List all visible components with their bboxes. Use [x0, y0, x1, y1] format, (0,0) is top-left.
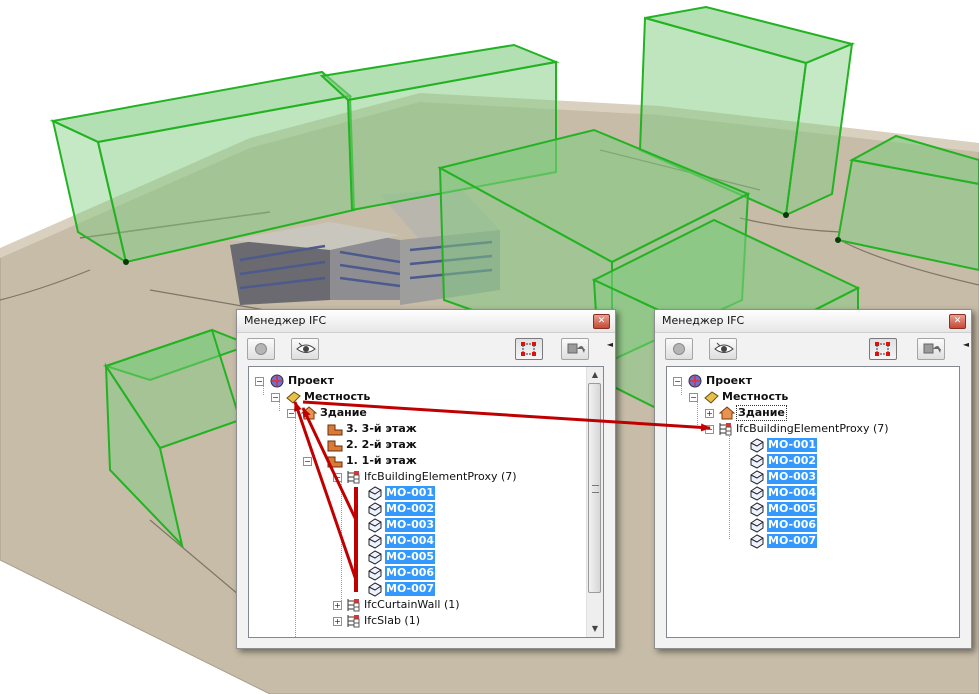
scroll-up-icon[interactable]: ▲: [587, 367, 603, 383]
circle-button[interactable]: [247, 338, 275, 360]
select-frame-button[interactable]: [515, 338, 543, 360]
proxy-element-icon: [750, 486, 764, 501]
eye-button[interactable]: [709, 338, 737, 360]
site-icon: [286, 391, 301, 404]
tree-label: Здание: [320, 406, 367, 419]
ifc-tree-view[interactable]: − Проект − Местность − Здание 3. 3-й эта…: [248, 366, 604, 638]
tree-label: Местность: [722, 390, 789, 403]
ifc-toolbar: [245, 338, 607, 362]
project-icon: [688, 374, 702, 388]
tree-label: Проект: [706, 374, 752, 387]
tree-label: Здание: [736, 405, 787, 421]
tree-label: MO-003: [385, 518, 436, 532]
expand-icon[interactable]: +: [705, 409, 714, 418]
tree-label: MO-005: [767, 502, 818, 516]
ifc-manager-window-left: Менеджер IFC ✕ ◄ − Проект − Местность − …: [236, 309, 616, 649]
window-titlebar[interactable]: Менеджер IFC ✕: [655, 310, 971, 333]
window-titlebar[interactable]: Менеджер IFC ✕: [237, 310, 615, 333]
proxy-element-icon: [750, 518, 764, 533]
tree-label: MO-007: [767, 534, 818, 548]
eye-button[interactable]: [291, 338, 319, 360]
proxy-element-icon: [368, 502, 382, 517]
move-element-icon: [567, 343, 585, 354]
building-icon: [719, 406, 735, 420]
window-title: Менеджер IFC: [244, 314, 327, 327]
collapse-icon[interactable]: −: [689, 393, 698, 402]
proxy-element-icon: [750, 534, 764, 549]
ifc-tree-view[interactable]: − Проект − Местность + Здание − IfcBuild…: [666, 366, 960, 638]
proxy-element-icon: [368, 534, 382, 549]
proxy-element-icon: [368, 550, 382, 565]
tree-label: IfcCurtainWall (1): [364, 598, 460, 611]
tree-label: IfcSlab (1): [364, 614, 421, 627]
select-frame-button[interactable]: [869, 338, 897, 360]
tree-label: IfcBuildingElementProxy (7): [364, 470, 517, 483]
ifc-group-icon: [347, 615, 360, 628]
ifc-toolbar: [663, 338, 963, 362]
tree-label: MO-002: [385, 502, 436, 516]
collapse-arrow-icon[interactable]: ◄: [963, 340, 969, 349]
collapse-icon[interactable]: −: [287, 409, 296, 418]
close-icon[interactable]: ✕: [949, 314, 966, 329]
tree-label: 3. 3-й этаж: [346, 422, 417, 435]
ifc-manager-window-right: Менеджер IFC ✕ ◄ − Проект − Местность + …: [654, 309, 972, 649]
project-icon: [270, 374, 284, 388]
move-element-button[interactable]: [917, 338, 945, 360]
ifc-group-icon: [719, 423, 732, 436]
storey-icon: [327, 424, 343, 436]
scroll-down-icon[interactable]: ▼: [587, 621, 603, 637]
tree-label: MO-003: [767, 470, 818, 484]
eye-icon: [296, 342, 316, 353]
collapse-icon[interactable]: −: [271, 393, 280, 402]
site-icon: [704, 391, 719, 404]
proxy-element-icon: [368, 582, 382, 597]
proxy-element-icon: [750, 438, 764, 453]
tree-label: MO-001: [385, 486, 436, 500]
close-icon[interactable]: ✕: [593, 314, 610, 329]
tree-label: MO-002: [767, 454, 818, 468]
tree-label: MO-001: [767, 438, 818, 452]
proxy-element-icon: [368, 486, 382, 501]
collapse-icon[interactable]: −: [705, 425, 714, 434]
tree-label: MO-007: [385, 582, 436, 596]
tree-label: MO-006: [385, 566, 436, 580]
scrollbar-thumb[interactable]: [588, 383, 601, 593]
proxy-element-icon: [750, 502, 764, 517]
eye-icon: [714, 342, 734, 353]
circle-button[interactable]: [665, 338, 693, 360]
ifc-group-icon: [347, 599, 360, 612]
tree-label: MO-004: [767, 486, 818, 500]
tree-label: MO-005: [385, 550, 436, 564]
expand-icon[interactable]: +: [333, 601, 342, 610]
selection-frame-icon: [521, 342, 536, 356]
collapse-icon[interactable]: −: [333, 473, 342, 482]
move-element-icon: [923, 343, 941, 354]
move-element-button[interactable]: [561, 338, 589, 360]
window-title: Менеджер IFC: [662, 314, 745, 327]
storey-icon: [327, 456, 343, 468]
proxy-element-icon: [368, 518, 382, 533]
circle-icon: [673, 343, 685, 355]
ifc-group-icon: [347, 471, 360, 484]
tree-label: 2. 2-й этаж: [346, 438, 417, 451]
proxy-element-icon: [750, 470, 764, 485]
proxy-element-icon: [750, 454, 764, 469]
tree-label: Проект: [288, 374, 334, 387]
vertical-scrollbar[interactable]: ▲ ▼: [586, 367, 603, 637]
expand-icon[interactable]: +: [333, 617, 342, 626]
collapse-icon[interactable]: −: [255, 377, 264, 386]
proxy-element-icon: [368, 566, 382, 581]
tree-label: MO-004: [385, 534, 436, 548]
tree-label: Местность: [304, 390, 371, 403]
collapse-icon[interactable]: −: [673, 377, 682, 386]
collapse-arrow-icon[interactable]: ◄: [607, 340, 613, 349]
tree-label: 1. 1-й этаж: [346, 454, 417, 467]
tree-label: IfcBuildingElementProxy (7): [736, 422, 889, 435]
tree-label: MO-006: [767, 518, 818, 532]
selection-frame-icon: [875, 342, 890, 356]
collapse-icon[interactable]: −: [303, 457, 312, 466]
building-icon: [301, 406, 317, 420]
storey-icon: [327, 440, 343, 452]
circle-icon: [255, 343, 267, 355]
